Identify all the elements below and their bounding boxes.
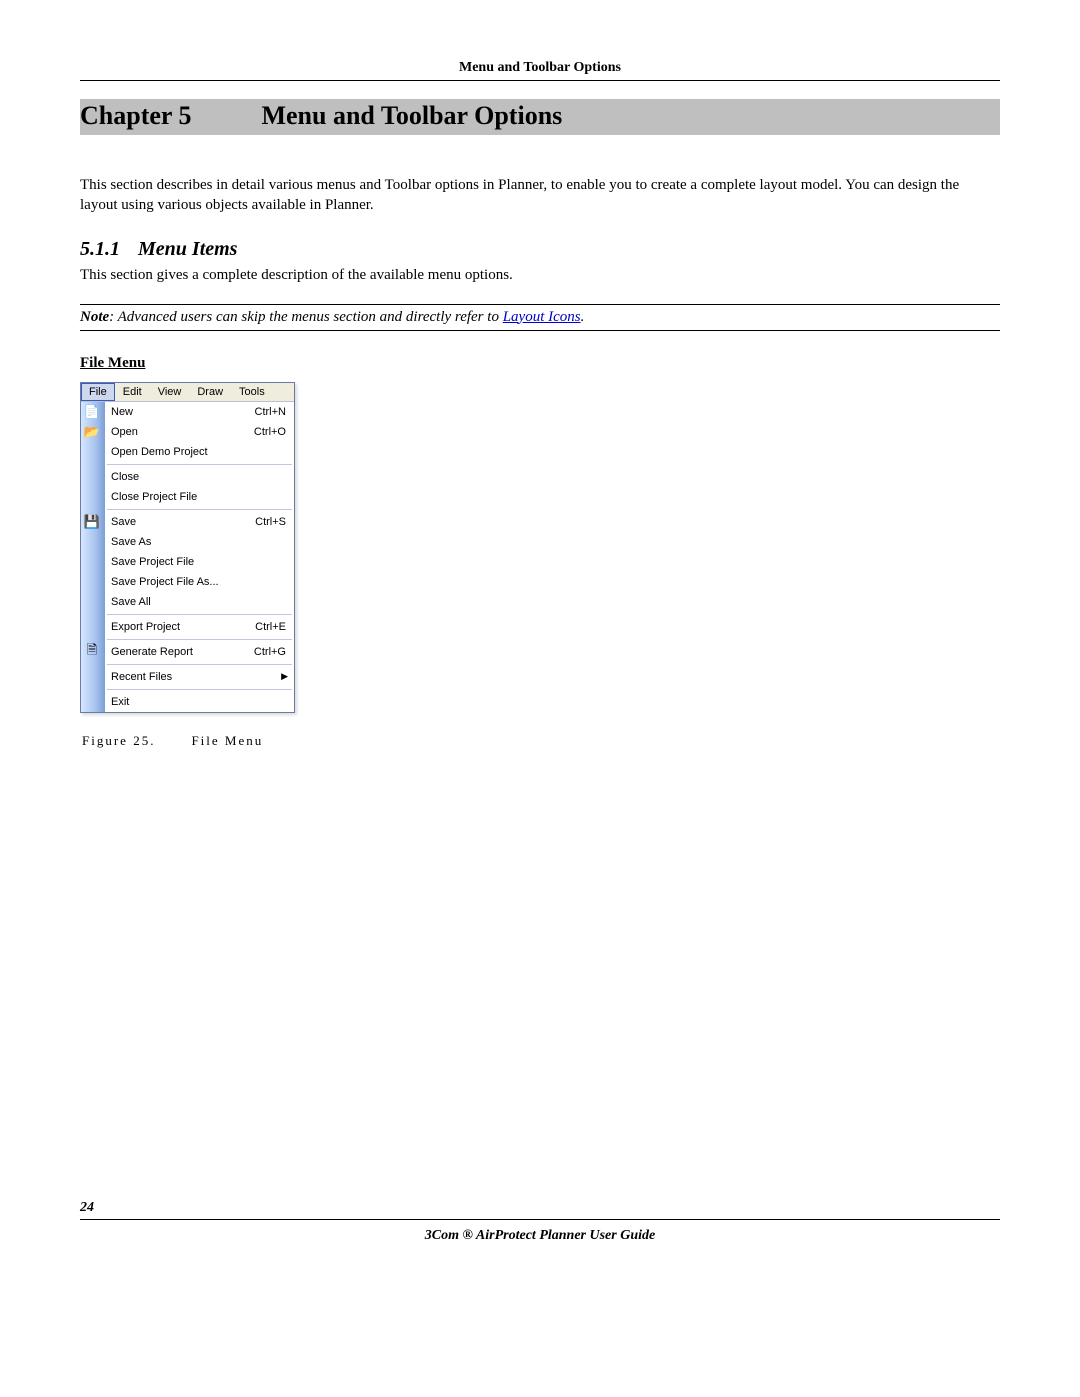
menu-item-open[interactable]: 📂 Open Ctrl+O: [105, 422, 294, 442]
menubar-item-file[interactable]: File: [81, 383, 115, 401]
menu-item-exit[interactable]: Exit: [105, 692, 294, 712]
chapter-label: Chapter 5: [80, 101, 191, 131]
figure-label: Figure 25.: [82, 733, 155, 748]
note-label: Note: [80, 309, 109, 325]
section-number: 5.1.1: [80, 238, 120, 260]
section-heading: 5.1.1 Menu Items: [80, 238, 1000, 261]
page-number: 24: [80, 1200, 1000, 1216]
menu-separator: [107, 509, 292, 510]
note-text-suffix: .: [581, 309, 585, 325]
menu-icon-strip: [81, 402, 105, 712]
note-box: Note: Advanced users can skip the menus …: [80, 304, 1000, 331]
menu-item-save-as[interactable]: Save As: [105, 532, 294, 552]
section-title: Menu Items: [138, 238, 237, 260]
menu-item-open-demo[interactable]: Open Demo Project: [105, 442, 294, 462]
file-menu-screenshot: File Edit View Draw Tools 📄 New Ctrl+N 📂…: [80, 382, 295, 713]
menubar: File Edit View Draw Tools: [81, 383, 294, 402]
menu-separator: [107, 689, 292, 690]
menu-separator: [107, 464, 292, 465]
menu-item-close-project[interactable]: Close Project File: [105, 487, 294, 507]
layout-icons-link[interactable]: Layout Icons: [503, 309, 581, 325]
menu-item-export[interactable]: Export Project Ctrl+E: [105, 617, 294, 637]
figure-caption-text: File Menu: [191, 733, 263, 748]
save-icon: 💾: [83, 514, 101, 530]
menu-separator: [107, 614, 292, 615]
new-icon: 📄: [83, 404, 101, 420]
intro-paragraph: This section describes in detail various…: [80, 175, 1000, 216]
menu-separator: [107, 639, 292, 640]
section-body: This section gives a complete descriptio…: [80, 267, 1000, 284]
menu-item-new[interactable]: 📄 New Ctrl+N: [105, 402, 294, 422]
menubar-item-edit[interactable]: Edit: [115, 383, 150, 401]
figure-caption: Figure 25. File Menu: [82, 733, 1000, 749]
menu-item-generate-report[interactable]: 🗎 Generate Report Ctrl+G: [105, 642, 294, 662]
page-header-title: Menu and Toolbar Options: [80, 60, 1000, 81]
menubar-item-draw[interactable]: Draw: [189, 383, 231, 401]
menu-item-recent-files[interactable]: Recent Files ▶: [105, 667, 294, 687]
chapter-heading-bar: Chapter 5 Menu and Toolbar Options: [80, 99, 1000, 135]
menubar-item-view[interactable]: View: [150, 383, 190, 401]
menu-item-save-project[interactable]: Save Project File: [105, 552, 294, 572]
note-text-prefix: : Advanced users can skip the menus sect…: [109, 309, 503, 325]
menu-item-save-all[interactable]: Save All: [105, 592, 294, 612]
menu-item-save[interactable]: 💾 Save Ctrl+S: [105, 512, 294, 532]
menu-separator: [107, 664, 292, 665]
chapter-title: Menu and Toolbar Options: [261, 101, 562, 130]
report-icon: 🗎: [83, 644, 101, 660]
menu-item-close[interactable]: Close: [105, 467, 294, 487]
menubar-item-tools[interactable]: Tools: [231, 383, 273, 401]
footer-text: 3Com ® AirProtect Planner User Guide: [80, 1228, 1000, 1244]
menu-items-column: 📄 New Ctrl+N 📂 Open Ctrl+O Open Demo Pro…: [105, 402, 294, 712]
file-menu-heading: File Menu: [80, 355, 1000, 372]
menu-item-save-project-as[interactable]: Save Project File As...: [105, 572, 294, 592]
submenu-arrow-icon: ▶: [281, 671, 294, 682]
open-icon: 📂: [83, 424, 101, 440]
